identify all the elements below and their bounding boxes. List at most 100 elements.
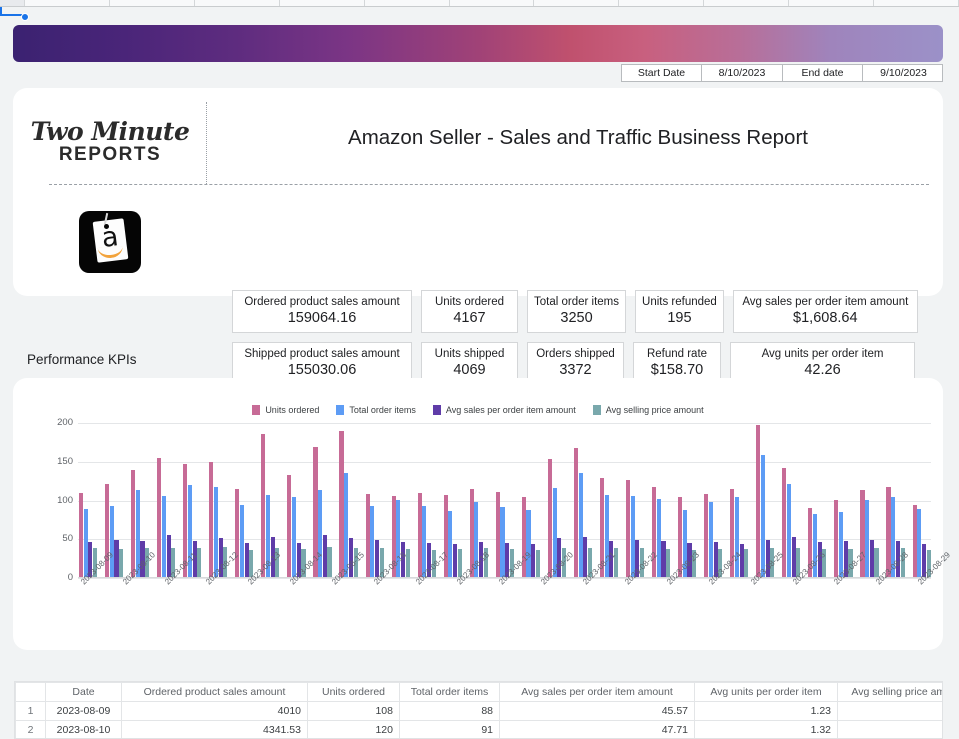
bar[interactable] (756, 425, 761, 577)
column-header[interactable] (450, 0, 535, 6)
bar[interactable] (760, 455, 765, 577)
bar[interactable] (213, 487, 219, 577)
chart-x-axis-labels: 2023-08-09 2023-08-10 2023-08-11 2023-08-12… (79, 550, 959, 642)
bar[interactable] (209, 462, 214, 577)
kpi-value: $1,608.64 (793, 310, 858, 327)
cell-date[interactable]: 2023-08-10 (45, 720, 122, 738)
bar[interactable] (547, 459, 552, 577)
page-title: Amazon Seller - Sales and Traffic Busine… (348, 126, 808, 149)
logo-reports-text: REPORTS (58, 143, 162, 165)
kpi-card-units-refunded: Units refunded 195 (635, 290, 724, 333)
bar[interactable] (630, 496, 635, 577)
table-header-row: Date Ordered product sales amount Units … (15, 682, 942, 702)
selection-handle[interactable] (21, 13, 29, 21)
cell-avg-selling-price-amount[interactable]: 36.18 (837, 720, 942, 738)
column-header[interactable] (280, 0, 365, 6)
column-header-units-ordered[interactable]: Units ordered (307, 682, 400, 702)
kpi-card-ordered-product-sales-amount: Ordered product sales amount 159064.16 (232, 290, 412, 333)
column-header-avg-sales-per-order-item-amount[interactable]: Avg sales per order item amount (499, 682, 695, 702)
row-index[interactable]: 2 (15, 720, 46, 738)
bar-group[interactable] (417, 423, 436, 577)
column-header-corner[interactable] (0, 0, 25, 6)
report-banner (13, 25, 943, 62)
start-date-value[interactable]: 8/10/2023 (702, 65, 783, 81)
cell-units-ordered[interactable]: 120 (307, 720, 400, 738)
row-index[interactable]: 1 (15, 701, 46, 721)
cell-avg-selling-price-amount[interactable]: 37.13 (837, 701, 942, 721)
bar[interactable] (79, 493, 84, 577)
column-header-total-order-items[interactable]: Total order items (399, 682, 500, 702)
date-range-control[interactable]: Start Date 8/10/2023 End date 9/10/2023 (621, 64, 943, 82)
column-header[interactable] (534, 0, 620, 6)
table-row[interactable]: 12023-08-0940101088845.571.2337.13 (15, 701, 942, 721)
column-header[interactable] (874, 0, 959, 6)
cell-total-order-items[interactable]: 88 (399, 701, 500, 721)
column-header[interactable] (789, 0, 875, 6)
bar-group[interactable] (625, 423, 645, 577)
bar-group[interactable] (209, 423, 228, 577)
bar[interactable] (292, 497, 297, 577)
y-axis-tick-label: 0 (67, 572, 73, 583)
legend-swatch-icon (336, 405, 345, 415)
cell-avg-units-per-order-item[interactable]: 1.23 (694, 701, 838, 721)
bar-group[interactable] (756, 423, 775, 577)
data-table: Date Ordered product sales amount Units … (15, 682, 942, 738)
section-title-performance-kpis: Performance KPIs (27, 352, 137, 367)
end-date-value[interactable]: 9/10/2023 (863, 65, 944, 81)
column-header[interactable] (110, 0, 195, 6)
bar-group[interactable] (782, 423, 801, 577)
legend-label: Avg sales per order item amount (445, 405, 576, 415)
bar[interactable] (417, 492, 422, 577)
cell-avg-sales-per-order-item-amount[interactable]: 47.71 (499, 720, 695, 738)
legend-item[interactable]: Avg selling price amount (592, 405, 704, 415)
kpi-value: 155030.06 (287, 362, 357, 379)
brand-logo: Two Minute REPORTS (13, 88, 207, 188)
column-header[interactable] (195, 0, 280, 6)
legend-item[interactable]: Total order items (336, 405, 416, 415)
bar[interactable] (131, 470, 136, 577)
kpi-value: 42.26 (804, 362, 841, 379)
cell-date[interactable]: 2023-08-09 (45, 701, 122, 721)
bar[interactable] (839, 511, 844, 577)
column-header-index[interactable] (15, 682, 46, 702)
data-table-container[interactable]: Date Ordered product sales amount Units … (14, 681, 943, 739)
legend-swatch-icon (252, 405, 261, 415)
bar-group[interactable] (157, 423, 176, 577)
cell-avg-sales-per-order-item-amount[interactable]: 45.57 (499, 701, 695, 721)
bar[interactable] (625, 480, 631, 577)
bar-group[interactable] (287, 423, 306, 577)
cell-units-ordered[interactable]: 108 (307, 701, 400, 721)
column-header[interactable] (25, 0, 110, 6)
column-header[interactable] (704, 0, 790, 6)
kpi-value: 195 (667, 310, 692, 327)
bar-group[interactable] (704, 423, 723, 577)
column-header-avg-selling-price-amount[interactable]: Avg selling price amount (837, 682, 942, 702)
cell-total-order-items[interactable]: 91 (399, 720, 500, 738)
spreadsheet-column-headers[interactable] (0, 0, 959, 7)
cell-ordered-product-sales-amount[interactable]: 4341.53 (121, 720, 308, 738)
column-header[interactable] (365, 0, 450, 6)
bar[interactable] (339, 430, 344, 577)
column-header-ordered-product-sales-amount[interactable]: Ordered product sales amount (121, 682, 308, 702)
column-header[interactable] (619, 0, 705, 6)
cell-avg-units-per-order-item[interactable]: 1.32 (694, 720, 838, 738)
bar[interactable] (261, 433, 266, 577)
bar[interactable] (83, 508, 88, 577)
table-row[interactable]: 22023-08-104341.531209147.711.3236.18 (15, 720, 942, 738)
bar-group[interactable] (912, 423, 931, 577)
performance-chart-card: Units ordered Total order items Avg sales … (13, 378, 959, 650)
legend-item[interactable]: Avg sales per order item amount (432, 405, 576, 415)
bar-group[interactable] (834, 423, 853, 577)
bar-group[interactable] (365, 423, 384, 577)
bar-group[interactable] (573, 423, 593, 577)
cell-ordered-product-sales-amount[interactable]: 4010 (121, 701, 308, 721)
legend-item[interactable]: Units ordered (252, 405, 319, 415)
column-header-avg-units-per-order-item[interactable]: Avg units per order item (694, 682, 838, 702)
y-axis-tick-label: 200 (57, 417, 73, 428)
kpi-label: Refund rate (646, 348, 708, 361)
kpi-label: Units shipped (434, 348, 505, 361)
bar-group[interactable] (79, 423, 98, 577)
bar-group[interactable] (495, 423, 514, 577)
column-header-date[interactable]: Date (45, 682, 122, 702)
y-axis-tick-label: 50 (62, 533, 73, 545)
